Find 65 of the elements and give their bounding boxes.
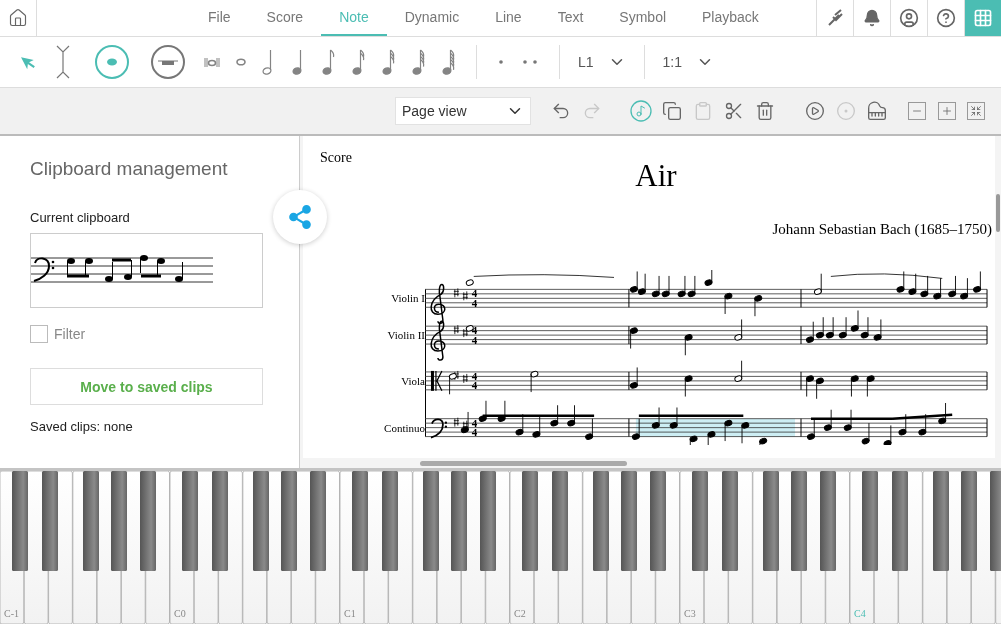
menu-tab[interactable]: Symbol: [601, 0, 685, 36]
staff-name: Violin II: [387, 328, 425, 343]
bell-icon: [863, 9, 881, 27]
voice-tool[interactable]: [56, 45, 70, 79]
menu-tab[interactable]: File: [190, 0, 249, 36]
duration-tool[interactable]: [322, 48, 336, 76]
share-button[interactable]: [273, 190, 327, 244]
note-circle-icon[interactable]: [629, 99, 653, 123]
layer-select[interactable]: L1: [572, 53, 632, 71]
key-label: C3: [684, 608, 696, 619]
flagged-note-icon: [322, 48, 336, 76]
copy-icon[interactable]: [660, 99, 684, 123]
move-to-saved-clips-button[interactable]: Move to saved clips: [30, 368, 263, 405]
duration-tool[interactable]: [236, 58, 246, 66]
vertical-scrollbar[interactable]: [996, 194, 1000, 232]
flagged-note-icon: [352, 48, 366, 76]
panel-title: Clipboard management: [30, 158, 229, 180]
menu-tab[interactable]: Line: [477, 0, 540, 36]
duration-tool[interactable]: [382, 48, 396, 76]
menu-tab[interactable]: Text: [539, 0, 602, 36]
menu-tab[interactable]: Playback: [684, 0, 777, 36]
breve-icon: [204, 56, 220, 68]
rest-mode-tool[interactable]: [150, 44, 186, 80]
duration-tool[interactable]: [412, 48, 426, 76]
staff-name: Violin I: [391, 291, 425, 306]
menu-tab[interactable]: Score: [248, 0, 322, 36]
help-icon: [936, 8, 956, 28]
key-label: C1: [344, 608, 356, 619]
grid-icon: [973, 8, 993, 28]
duration-tool[interactable]: [204, 56, 220, 68]
current-clipboard-label: Current clipboard: [30, 210, 131, 225]
flagged-note-icon: [442, 48, 456, 76]
pointer-tool[interactable]: [20, 54, 36, 70]
horizontal-scrollbar[interactable]: [420, 461, 627, 466]
zoom-out-icon[interactable]: [908, 102, 926, 120]
duration-tool[interactable]: [442, 48, 456, 76]
home-icon: [8, 8, 28, 28]
tuplet-select[interactable]: 1:1: [656, 53, 721, 71]
filter-label: Filter: [54, 326, 86, 342]
composer-text: Johann Sebastian Bach (1685–1750): [772, 221, 992, 238]
menu-tab[interactable]: Dynamic: [386, 0, 478, 36]
score-notation-drawing: 4 4 4 4 4 4 4 4: [425, 270, 992, 445]
key-label: C0: [174, 608, 186, 619]
flagged-note-icon: [382, 48, 396, 76]
dot-icon[interactable]: [499, 60, 503, 64]
key-label: C2: [514, 608, 526, 619]
staff-name: Continuo: [384, 421, 425, 436]
note-mode-tool[interactable]: [94, 44, 130, 80]
whole-note-icon: [236, 58, 246, 66]
share-icon: [287, 204, 313, 230]
fit-icon[interactable]: [967, 102, 985, 120]
key-label: C4: [854, 608, 866, 619]
zoom-in-icon[interactable]: [937, 102, 956, 120]
score-label: Score: [320, 150, 352, 166]
filter-checkbox[interactable]: [30, 325, 48, 343]
duration-tool[interactable]: [352, 48, 366, 76]
key-label: C-1: [4, 608, 19, 619]
user-icon: [899, 8, 919, 28]
flagged-note-icon: [412, 48, 426, 76]
piano-keyboard-drawing[interactable]: C-1 C0 C1 C2 C3 C4: [0, 471, 1001, 624]
score-title: Air: [635, 158, 677, 194]
saved-clips-text: Saved clips: none: [30, 419, 134, 434]
staff-name: Viola: [401, 374, 425, 389]
view-select[interactable]: Page view: [395, 97, 531, 125]
tuning-fork-icon: [826, 9, 844, 27]
